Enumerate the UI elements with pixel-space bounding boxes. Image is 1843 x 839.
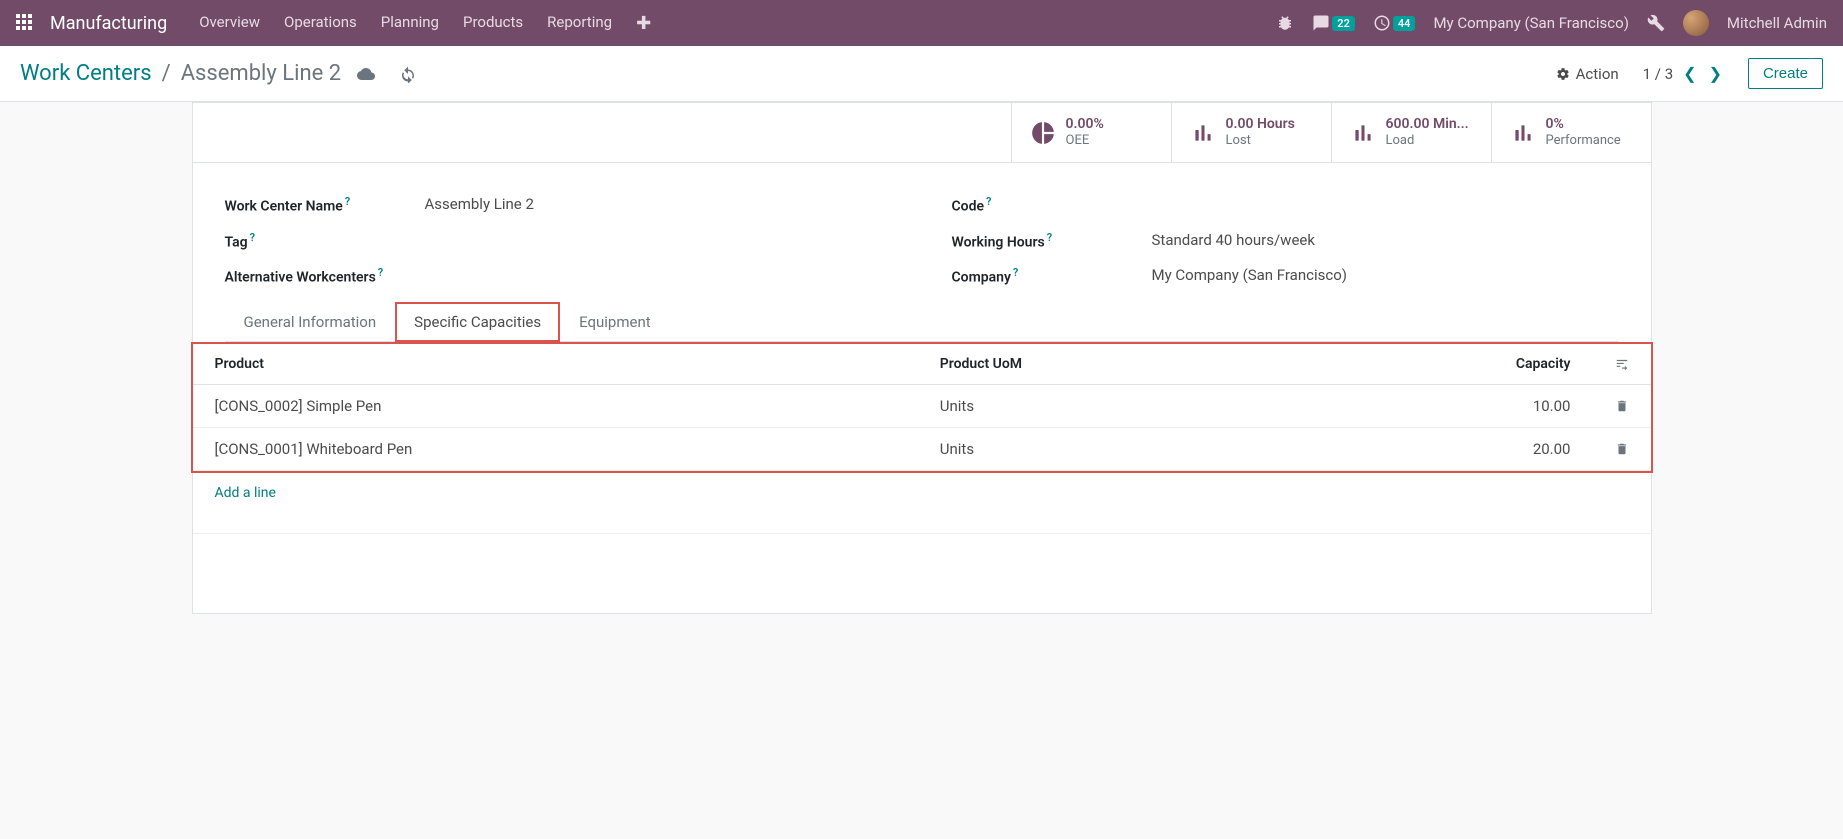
breadcrumb-current: Assembly Line 2 (181, 61, 341, 86)
pager-text[interactable]: 1 / 3 (1643, 65, 1674, 83)
stat-perf-value: 0% (1546, 115, 1621, 133)
tab-specific-capacities[interactable]: Specific Capacities (395, 302, 560, 342)
label-company: Company (952, 270, 1011, 286)
th-uom[interactable]: Product UoM (918, 344, 1297, 385)
delete-row-icon[interactable] (1593, 428, 1651, 471)
stat-oee[interactable]: 0.00% OEE (1011, 103, 1171, 162)
create-button[interactable]: Create (1748, 58, 1823, 89)
stat-performance[interactable]: 0% Performance (1491, 103, 1651, 162)
stat-load-label: Load (1386, 133, 1469, 150)
stat-lost-value: 0.00 Hours (1226, 115, 1295, 133)
add-line-link[interactable]: Add a line (215, 485, 276, 501)
field-company[interactable]: My Company (San Francisco) (1152, 266, 1619, 284)
top-nav: Manufacturing Overview Operations Planni… (0, 0, 1843, 46)
th-capacity[interactable]: Capacity (1297, 344, 1593, 385)
pie-chart-icon (1030, 120, 1056, 146)
label-code: Code (952, 199, 985, 215)
pager-prev-icon[interactable]: ❮ (1681, 64, 1698, 83)
discard-icon[interactable] (399, 65, 417, 83)
nav-overview[interactable]: Overview (199, 13, 260, 34)
stat-load-value: 600.00 Min... (1386, 115, 1469, 133)
help-icon[interactable]: ? (250, 231, 255, 244)
tabs: General Information Specific Capacities … (225, 302, 1619, 342)
nav-reporting[interactable]: Reporting (547, 13, 612, 34)
help-icon[interactable]: ? (986, 195, 991, 208)
cell-product[interactable]: [CONS_0002] Simple Pen (193, 385, 918, 428)
pager: 1 / 3 ❮ ❯ (1643, 64, 1724, 83)
tab-equipment[interactable]: Equipment (560, 302, 670, 341)
stat-lost-label: Lost (1226, 133, 1295, 150)
stat-oee-value: 0.00% (1066, 115, 1104, 133)
nav-operations[interactable]: Operations (284, 13, 357, 34)
app-name[interactable]: Manufacturing (50, 13, 167, 34)
cell-uom[interactable]: Units (918, 385, 1297, 428)
delete-row-icon[interactable] (1593, 385, 1651, 428)
bar-chart-icon (1510, 120, 1536, 146)
cell-uom[interactable]: Units (918, 428, 1297, 471)
cell-capacity[interactable]: 20.00 (1297, 428, 1593, 471)
nav-add-icon[interactable]: ✚ (636, 13, 651, 34)
field-hours[interactable]: Standard 40 hours/week (1152, 231, 1619, 249)
cell-product[interactable]: [CONS_0001] Whiteboard Pen (193, 428, 918, 471)
th-product[interactable]: Product (193, 344, 918, 385)
company-switcher[interactable]: My Company (San Francisco) (1433, 14, 1628, 32)
breadcrumb: Work Centers / Assembly Line 2 (20, 61, 417, 86)
nav-products[interactable]: Products (463, 13, 523, 34)
breadcrumb-sep: / (162, 61, 171, 86)
table-row[interactable]: [CONS_0001] Whiteboard Pen Units 20.00 (193, 428, 1651, 471)
activities-badge: 44 (1393, 16, 1416, 31)
label-tag: Tag (225, 234, 248, 250)
user-name[interactable]: Mitchell Admin (1727, 14, 1827, 32)
capacities-table: Product Product UoM Capacity [CONS_0002]… (193, 344, 1651, 471)
label-name: Work Center Name (225, 199, 343, 215)
control-panel: Work Centers / Assembly Line 2 Action 1 … (0, 46, 1843, 102)
label-hours: Working Hours (952, 234, 1045, 250)
help-icon[interactable]: ? (378, 266, 383, 279)
messages-icon[interactable]: 22 (1312, 14, 1355, 32)
stat-perf-label: Performance (1546, 133, 1621, 150)
apps-icon[interactable] (16, 14, 34, 32)
stat-lost[interactable]: 0.00 Hours Lost (1171, 103, 1331, 162)
bar-chart-icon (1350, 120, 1376, 146)
form-sheet: 0.00% OEE 0.00 Hours Lost 600.00 Min.. (192, 102, 1652, 614)
nav-menu: Overview Operations Planning Products Re… (199, 13, 651, 34)
field-name[interactable]: Assembly Line 2 (425, 195, 892, 213)
user-avatar[interactable] (1683, 10, 1709, 36)
tab-general-info[interactable]: General Information (225, 302, 396, 341)
stat-oee-label: OEE (1066, 133, 1104, 150)
bar-chart-icon (1190, 120, 1216, 146)
th-options-icon[interactable] (1593, 344, 1651, 385)
help-icon[interactable]: ? (1047, 231, 1052, 244)
action-menu[interactable]: Action (1556, 65, 1619, 83)
breadcrumb-root[interactable]: Work Centers (20, 61, 152, 86)
label-alt: Alternative Workcenters (225, 270, 376, 286)
help-icon[interactable]: ? (345, 195, 350, 208)
nav-planning[interactable]: Planning (381, 13, 439, 34)
cell-capacity[interactable]: 10.00 (1297, 385, 1593, 428)
debug-icon[interactable] (1276, 14, 1294, 32)
tools-icon[interactable] (1647, 14, 1665, 32)
stat-load[interactable]: 600.00 Min... Load (1331, 103, 1491, 162)
table-row[interactable]: [CONS_0002] Simple Pen Units 10.00 (193, 385, 1651, 428)
stat-buttons-row: 0.00% OEE 0.00 Hours Lost 600.00 Min.. (193, 103, 1651, 163)
help-icon[interactable]: ? (1013, 266, 1018, 279)
activities-icon[interactable]: 44 (1373, 14, 1416, 32)
cloud-save-icon[interactable] (357, 65, 375, 83)
pager-next-icon[interactable]: ❯ (1707, 64, 1724, 83)
messages-badge: 22 (1332, 16, 1355, 31)
capacities-table-highlight: Product Product UoM Capacity [CONS_0002]… (191, 342, 1653, 473)
action-label: Action (1576, 65, 1619, 83)
